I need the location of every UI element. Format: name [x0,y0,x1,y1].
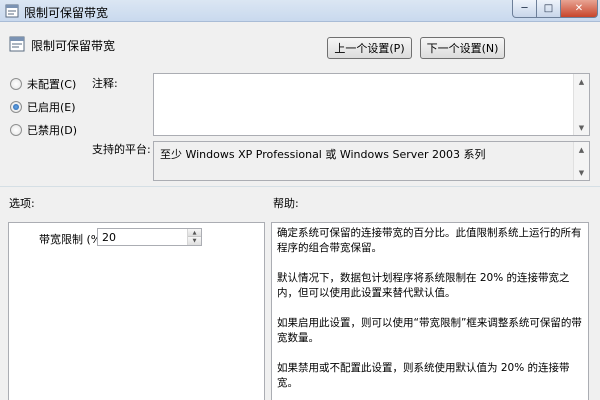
radio-disabled[interactable]: 已禁用(D) [10,122,77,138]
scroll-up-icon[interactable]: ▲ [574,74,589,89]
spin-buttons: ▲ ▼ [187,229,201,245]
policy-setting-icon [9,36,25,52]
scroll-down-icon[interactable]: ▼ [574,165,589,180]
help-text: 确定系统可保留的连接带宽的百分比。此值限制系统上运行的所有程序的组合带宽保留。 … [277,226,582,400]
radio-label: 未配置(C) [27,78,77,91]
help-paragraph: 如果启用此设置，则可以使用“带宽限制”框来调整系统可保留的带宽数量。 [277,317,582,344]
help-paragraph: 确定系统可保留的连接带宽的百分比。此值限制系统上运行的所有程序的组合带宽保留。 [277,227,582,254]
radio-label: 已禁用(D) [27,124,78,137]
help-panel: 确定系统可保留的连接带宽的百分比。此值限制系统上运行的所有程序的组合带宽保留。 … [271,222,589,400]
radio-button[interactable] [10,124,22,136]
scroll-up-icon[interactable]: ▲ [574,142,589,157]
minimize-button[interactable]: ─ [512,0,537,18]
help-paragraph: 如果禁用或不配置此设置，则系统使用默认值为 20% 的连接带宽。 [277,362,570,389]
platform-value: 至少 Windows XP Professional 或 Windows Ser… [160,148,486,161]
radio-button[interactable] [10,78,22,90]
policy-name: 限制可保留带宽 [31,39,116,53]
close-icon: ✕ [574,3,584,14]
previous-setting-button[interactable]: 上一个设置(P) [327,37,412,59]
comment-label: 注释: [92,77,118,90]
next-setting-button[interactable]: 下一个设置(N) [420,37,505,59]
minimize-icon: ─ [521,3,528,14]
platform-textbox: 至少 Windows XP Professional 或 Windows Ser… [153,141,590,181]
spin-down-icon[interactable]: ▼ [188,237,201,245]
comment-textbox[interactable]: ▲ ▼ [153,73,590,136]
window-title: 限制可保留带宽 [24,6,109,20]
platform-label: 支持的平台: [92,143,151,156]
radio-button[interactable] [10,101,22,113]
scroll-down-icon[interactable]: ▼ [574,120,589,135]
spin-up-icon[interactable]: ▲ [188,229,201,237]
policy-setting-icon [5,4,19,18]
section-divider [0,186,600,187]
radio-enabled[interactable]: 已启用(E) [10,99,76,115]
bandwidth-limit-spinbox[interactable]: 20 ▲ ▼ [97,228,202,246]
bandwidth-limit-value[interactable]: 20 [102,231,116,244]
help-paragraph: 默认情况下，数据包计划程序将系统限制在 20% 的连接带宽之内，但可以使用此设置… [277,272,570,299]
title-bar[interactable]: 限制可保留带宽 ─ □ ✕ [0,0,600,22]
maximize-button[interactable]: □ [537,0,561,18]
radio-label: 已启用(E) [27,101,76,114]
options-panel: 带宽限制 (%): 20 ▲ ▼ [8,222,265,400]
platform-scrollbar[interactable]: ▲ ▼ [573,142,589,180]
help-label: 帮助: [273,197,299,210]
maximize-icon: □ [543,3,554,14]
close-button[interactable]: ✕ [561,0,598,18]
options-label: 选项: [9,197,35,210]
radio-not-configured[interactable]: 未配置(C) [10,76,76,92]
comment-scrollbar[interactable]: ▲ ▼ [573,74,589,135]
